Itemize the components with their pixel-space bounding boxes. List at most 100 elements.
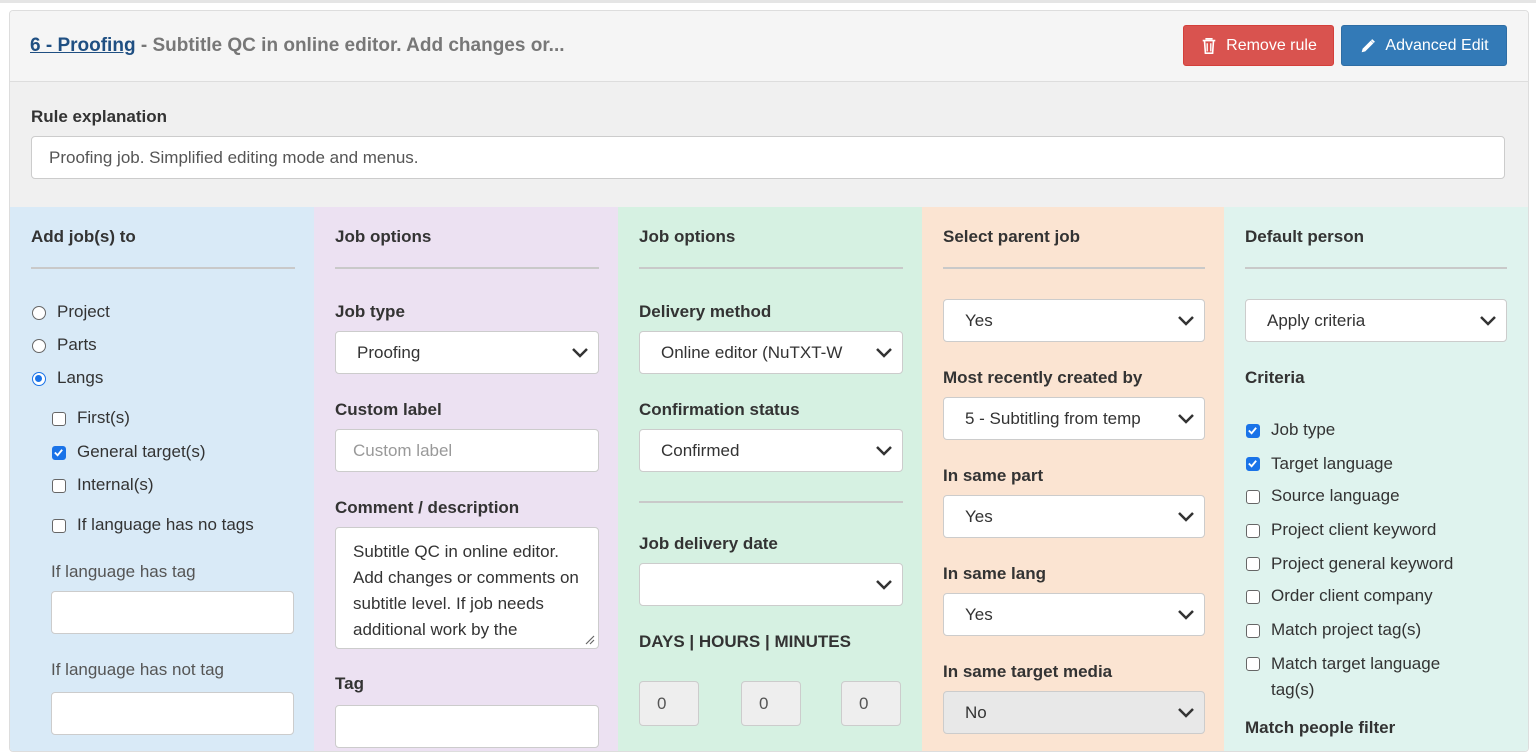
- radio-langs[interactable]: [32, 372, 46, 386]
- divider: [943, 267, 1205, 269]
- check-internal-label: Internal(s): [77, 475, 154, 494]
- comment-label: Comment / description: [335, 498, 520, 517]
- same-lang-select[interactable]: Yes: [943, 593, 1205, 636]
- same-lang-label: In same lang: [943, 564, 1046, 583]
- job-options-column-1: Job options Job type Proofing Custom lab…: [314, 207, 618, 751]
- days-hours-minutes-label: DAYS | HOURS | MINUTES: [639, 632, 851, 651]
- check-general-target-label: General target(s): [77, 442, 206, 461]
- check-first[interactable]: [52, 412, 66, 426]
- delivery-method-label: Delivery method: [639, 302, 772, 321]
- rule-panel: 6 - Proofing - Subtitle QC in online edi…: [9, 10, 1529, 752]
- advanced-edit-button[interactable]: Advanced Edit: [1341, 25, 1507, 66]
- parent-job-select[interactable]: Yes: [943, 299, 1205, 342]
- default-person-value: Apply criteria: [1267, 311, 1366, 330]
- criteria-source-language-label: Source language: [1271, 486, 1400, 505]
- divider: [1245, 267, 1507, 269]
- criteria-target-language-tag-check[interactable]: [1246, 657, 1260, 671]
- job-options-title-2: Job options: [639, 227, 736, 246]
- check-internal[interactable]: [52, 479, 66, 493]
- criteria-target-language-check[interactable]: [1246, 457, 1260, 471]
- delivery-method-select[interactable]: Online editor (NuTXT-W: [639, 331, 903, 374]
- divider: [639, 501, 903, 503]
- comment-value: Subtitle QC in online editor. Add change…: [353, 542, 579, 648]
- rule-description: - Subtitle QC in online editor. Add chan…: [135, 35, 565, 56]
- trash-icon: [1202, 37, 1216, 54]
- resize-handle-icon[interactable]: [585, 635, 595, 645]
- checkmark-icon: [1248, 427, 1257, 435]
- add-jobs-column: Add job(s) to Project Parts Langs First(…: [10, 207, 314, 751]
- parent-job-value: Yes: [965, 311, 993, 330]
- divider: [31, 267, 295, 269]
- divider: [335, 267, 599, 269]
- radio-parts[interactable]: [32, 339, 46, 353]
- people-filter-label: Match people filter: [1245, 718, 1396, 737]
- pencil-icon: [1362, 38, 1376, 52]
- job-options-column-2: Job options Delivery method Online edito…: [618, 207, 922, 751]
- criteria-target-language-label: Target language: [1271, 454, 1393, 473]
- rule-title: 6 - Proofing - Subtitle QC in online edi…: [30, 35, 565, 57]
- has-not-tag-label: If language has not tag: [51, 660, 224, 679]
- criteria-general-keyword-check[interactable]: [1246, 557, 1260, 571]
- rule-explanation-input[interactable]: Proofing job. Simplified editing mode an…: [31, 136, 1505, 179]
- same-part-label: In same part: [943, 466, 1044, 485]
- chevron-down-icon: [1178, 414, 1194, 424]
- custom-label-label: Custom label: [335, 400, 442, 419]
- check-general-target[interactable]: [52, 446, 66, 460]
- default-person-select[interactable]: Apply criteria: [1245, 299, 1507, 342]
- remove-rule-button[interactable]: Remove rule: [1183, 25, 1334, 66]
- chevron-down-icon: [876, 446, 892, 456]
- checkmark-icon: [1248, 460, 1257, 468]
- confirmation-status-value: Confirmed: [661, 441, 740, 460]
- criteria-label: Criteria: [1245, 368, 1305, 387]
- rule-link[interactable]: 6 - Proofing: [30, 35, 136, 56]
- job-type-select[interactable]: Proofing: [335, 331, 599, 374]
- has-tag-input[interactable]: [51, 591, 294, 634]
- select-parent-title: Select parent job: [943, 227, 1080, 246]
- criteria-client-company-check[interactable]: [1246, 590, 1260, 604]
- days-input[interactable]: 0: [639, 681, 699, 726]
- criteria-target-language-tag-wrap: tag(s): [1271, 680, 1315, 699]
- confirmation-status-select[interactable]: Confirmed: [639, 429, 903, 472]
- same-part-value: Yes: [965, 507, 993, 526]
- tag-label: Tag: [335, 674, 364, 693]
- same-media-select[interactable]: No: [943, 691, 1205, 734]
- criteria-job-type-label: Job type: [1271, 420, 1336, 439]
- job-type-label: Job type: [335, 302, 405, 321]
- radio-project[interactable]: [32, 306, 46, 320]
- recently-created-select[interactable]: 5 - Subtitling from temp: [943, 397, 1205, 440]
- radio-parts-label: Parts: [57, 335, 97, 354]
- criteria-project-tag-check[interactable]: [1246, 624, 1260, 638]
- has-tag-label: If language has tag: [51, 562, 196, 581]
- custom-label-input[interactable]: Custom label: [335, 429, 599, 472]
- same-media-label: In same target media: [943, 662, 1113, 681]
- top-divider: [0, 0, 1536, 3]
- chevron-down-icon: [1178, 610, 1194, 620]
- has-not-tag-input[interactable]: [51, 692, 294, 735]
- same-part-select[interactable]: Yes: [943, 495, 1205, 538]
- hours-input[interactable]: 0: [741, 681, 801, 726]
- job-type-value: Proofing: [357, 343, 421, 362]
- criteria-client-keyword-check[interactable]: [1246, 524, 1260, 538]
- default-person-column: Default person Apply criteria Criteria J…: [1224, 207, 1528, 751]
- delivery-date-label: Job delivery date: [639, 534, 778, 553]
- criteria-general-keyword-label: Project general keyword: [1271, 554, 1454, 573]
- comment-textarea[interactable]: Subtitle QC in online editor. Add change…: [335, 527, 599, 649]
- check-no-tags[interactable]: [52, 519, 66, 533]
- advanced-edit-label: Advanced Edit: [1385, 36, 1489, 54]
- select-parent-column: Select parent job Yes Most recently crea…: [922, 207, 1224, 751]
- recently-created-value: 5 - Subtitling from temp: [965, 409, 1141, 428]
- criteria-client-company-label: Order client company: [1271, 586, 1433, 605]
- criteria-source-language-check[interactable]: [1246, 490, 1260, 504]
- criteria-client-keyword-label: Project client keyword: [1271, 520, 1437, 539]
- delivery-date-select[interactable]: [639, 563, 903, 606]
- chevron-down-icon: [1178, 512, 1194, 522]
- chevron-down-icon: [876, 348, 892, 358]
- criteria-job-type-check[interactable]: [1246, 424, 1260, 438]
- criteria-target-language-tag-label: Match target language: [1271, 654, 1441, 673]
- check-first-label: First(s): [77, 408, 130, 427]
- rule-explanation-label: Rule explanation: [31, 107, 168, 126]
- same-media-value: No: [965, 703, 987, 722]
- chevron-down-icon: [1178, 708, 1194, 718]
- recently-created-label: Most recently created by: [943, 368, 1143, 387]
- minutes-input[interactable]: 0: [841, 681, 901, 726]
